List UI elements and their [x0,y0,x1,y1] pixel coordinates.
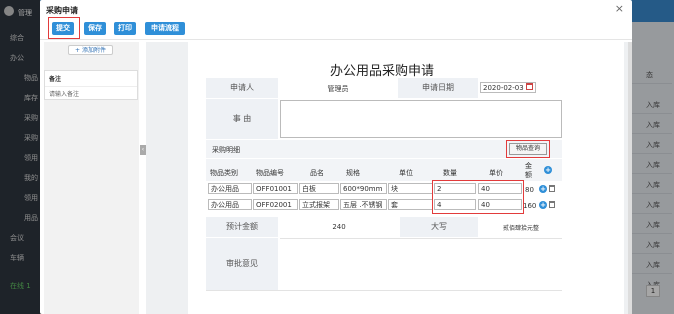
form-title: 办公用品采购申请 [330,64,435,79]
row2-name[interactable]: 立式报架 [299,199,339,210]
query-highlight [506,140,550,158]
calendar-icon[interactable] [526,83,533,90]
total-label: 预计金额 [206,217,278,237]
row2-spec[interactable]: 五层 .不锈钢 [340,199,387,210]
divider [280,238,562,239]
applicant-label: 申请人 [206,78,278,98]
add-row-icon[interactable]: + [544,166,552,174]
row1-name[interactable]: 白板 [299,183,339,194]
total-value: 240 [332,223,346,231]
divider [206,290,562,291]
row2-amount: 160 [523,202,537,210]
col-price: 单价 [489,169,503,177]
col-amount: 金额 [525,162,532,179]
purchase-request-dialog: 采购申请 × 提交 保存 打印 申请流程 + 添加附件 备注 请输入备注 ‹ 办… [40,0,632,314]
dialog-title: 采购申请 [46,6,78,15]
col-qty: 数量 [443,169,457,177]
reason-input[interactable] [280,100,562,138]
row1-category[interactable]: 办公用品 [208,183,252,194]
row1-code[interactable]: OFF01001 [253,183,298,194]
remark-input[interactable]: 请输入备注 [45,86,137,98]
close-icon[interactable]: × [615,2,624,15]
col-unit: 单位 [399,169,413,177]
row2-category[interactable]: 办公用品 [208,199,252,210]
row2-unit[interactable]: 套 [388,199,433,210]
scrollbar[interactable] [628,42,632,314]
print-button[interactable]: 打印 [114,22,136,35]
add-row-icon[interactable]: + [539,201,547,209]
detail-label: 采购明细 [212,146,240,154]
add-attachment-button[interactable]: + 添加附件 [68,45,113,55]
reason-label: 事 由 [206,99,278,139]
approval-label: 审批意见 [206,238,278,290]
row2-code[interactable]: OFF02001 [253,199,298,210]
row1-amount: 80 [525,186,534,194]
applicant-value: 管理员 [327,85,349,93]
date-label: 申请日期 [398,78,478,98]
trash-icon[interactable] [549,185,555,192]
col-code: 物品编号 [256,169,284,177]
qty-price-highlight [432,180,524,214]
col-name: 品名 [310,169,324,177]
flow-button[interactable]: 申请流程 [145,22,185,35]
row1-spec[interactable]: 600*90mm [340,183,387,194]
toolbar: 提交 保存 打印 申请流程 [40,17,632,40]
save-button[interactable]: 保存 [84,22,106,35]
submit-highlight [48,17,80,39]
remark-box: 备注 请输入备注 [44,70,138,100]
row1-unit[interactable]: 块 [388,183,433,194]
trash-icon[interactable] [549,201,555,208]
col-category: 物品类别 [210,169,238,177]
col-spec: 规格 [346,169,360,177]
remark-label: 备注 [49,76,62,83]
uppercase-value: 贰佰肆拾元整 [502,225,539,232]
add-row-icon[interactable]: + [539,185,547,193]
uppercase-label: 大写 [400,217,478,237]
